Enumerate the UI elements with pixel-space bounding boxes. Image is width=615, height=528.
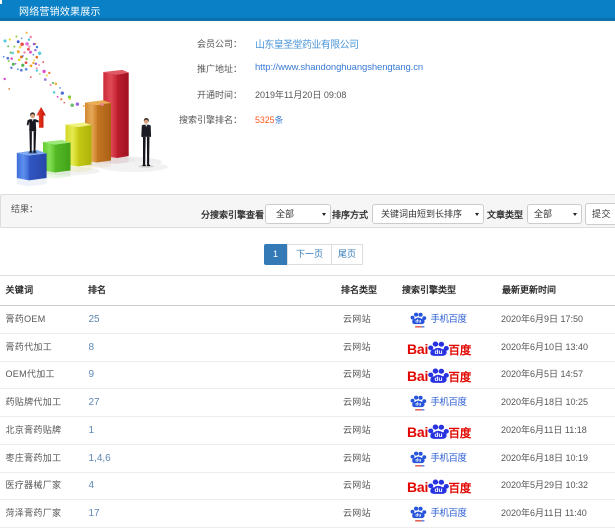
- svg-text:Bai: Bai: [407, 479, 428, 495]
- svg-text:百度: 百度: [449, 481, 472, 495]
- svg-text:Bai: Bai: [407, 369, 428, 385]
- svg-text:百度: 百度: [449, 370, 472, 384]
- svg-text:du: du: [415, 402, 421, 408]
- svg-text:du: du: [415, 319, 421, 325]
- svg-text:du: du: [434, 376, 442, 383]
- svg-text:du: du: [434, 487, 442, 494]
- svg-text:百度: 百度: [449, 426, 472, 440]
- svg-text:百度: 百度: [449, 343, 472, 357]
- svg-text:du: du: [434, 349, 442, 356]
- svg-text:Bai: Bai: [407, 424, 428, 440]
- svg-text:du: du: [415, 513, 421, 519]
- svg-text:Bai: Bai: [407, 341, 428, 357]
- svg-text:du: du: [434, 432, 442, 439]
- svg-text:du: du: [415, 457, 421, 463]
